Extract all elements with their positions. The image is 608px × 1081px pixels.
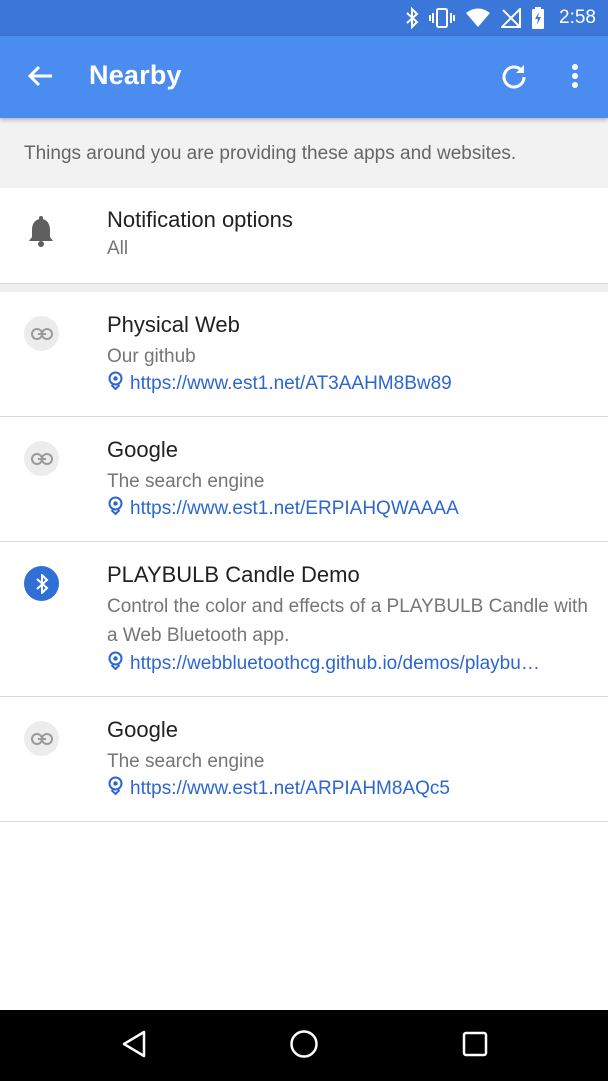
- more-vert-icon: [571, 63, 579, 94]
- item-url: https://www.est1.net/AT3AAHM8Bw89: [130, 372, 452, 394]
- intro-text: Things around you are providing these ap…: [24, 143, 517, 164]
- item-title: Google: [107, 717, 178, 742]
- status-bar: 2:58: [0, 0, 608, 36]
- home-circle-icon: [289, 1029, 319, 1064]
- item-description: Control the color and effects of a PLAYB…: [107, 596, 588, 646]
- arrow-back-icon: [26, 62, 54, 95]
- back-button[interactable]: [18, 56, 62, 100]
- clock: 2:58: [559, 7, 596, 28]
- link-icon: [24, 316, 59, 351]
- list-item[interactable]: PLAYBULB Candle Demo Control the color a…: [0, 542, 608, 697]
- system-nav-bar: [0, 1010, 608, 1081]
- item-url: https://www.est1.net/ERPIAHQWAAAA: [130, 497, 459, 519]
- list-item[interactable]: Google The search engine https://www.est…: [0, 417, 608, 542]
- beacon-icon: [107, 651, 124, 676]
- item-url-link[interactable]: https://www.est1.net/ARPIAHM8AQc5: [107, 776, 585, 801]
- bell-icon: [26, 216, 56, 253]
- item-url: https://www.est1.net/ARPIAHM8AQc5: [130, 777, 450, 799]
- nav-back-button[interactable]: [110, 1022, 158, 1070]
- beacon-icon: [107, 776, 124, 801]
- beacon-icon: [107, 496, 124, 521]
- list-divider: [0, 284, 608, 292]
- bluetooth-status-icon: [405, 7, 419, 29]
- bluetooth-icon: [24, 566, 59, 601]
- refresh-icon: [500, 62, 528, 95]
- item-url-link[interactable]: https://webbluetoothcg.github.io/demos/p…: [107, 651, 585, 676]
- notification-options-title: Notification options: [107, 207, 293, 232]
- list-item[interactable]: Physical Web Our github https://www.est1…: [0, 292, 608, 417]
- item-title: PLAYBULB Candle Demo: [107, 562, 360, 587]
- no-signal-icon: [501, 8, 522, 28]
- link-icon: [24, 441, 59, 476]
- item-title: Google: [107, 437, 178, 462]
- page-title: Nearby: [89, 60, 182, 90]
- nav-home-button[interactable]: [280, 1022, 328, 1070]
- more-options-button[interactable]: [553, 56, 597, 100]
- recents-square-icon: [462, 1031, 488, 1062]
- battery-charging-icon: [531, 7, 545, 29]
- vibrate-icon: [429, 8, 456, 28]
- item-title: Physical Web: [107, 312, 240, 337]
- app-bar: Nearby: [0, 36, 608, 118]
- notification-options-value: All: [107, 238, 129, 259]
- item-description: The search engine: [107, 751, 265, 772]
- item-url-link[interactable]: https://www.est1.net/AT3AAHM8Bw89: [107, 371, 585, 396]
- intro-banner: Things around you are providing these ap…: [0, 118, 608, 188]
- link-icon: [24, 721, 59, 756]
- status-icons: 2:58: [405, 0, 596, 36]
- nav-recents-button[interactable]: [451, 1022, 499, 1070]
- notification-options-row[interactable]: Notification options All: [0, 188, 608, 284]
- refresh-button[interactable]: [492, 56, 536, 100]
- list-item[interactable]: Google The search engine https://www.est…: [0, 697, 608, 822]
- item-description: The search engine: [107, 471, 265, 492]
- item-url: https://webbluetoothcg.github.io/demos/p…: [130, 652, 540, 674]
- beacon-icon: [107, 371, 124, 396]
- item-description: Our github: [107, 346, 196, 367]
- item-url-link[interactable]: https://www.est1.net/ERPIAHQWAAAA: [107, 496, 585, 521]
- wifi-icon: [465, 8, 491, 28]
- back-triangle-icon: [121, 1030, 147, 1063]
